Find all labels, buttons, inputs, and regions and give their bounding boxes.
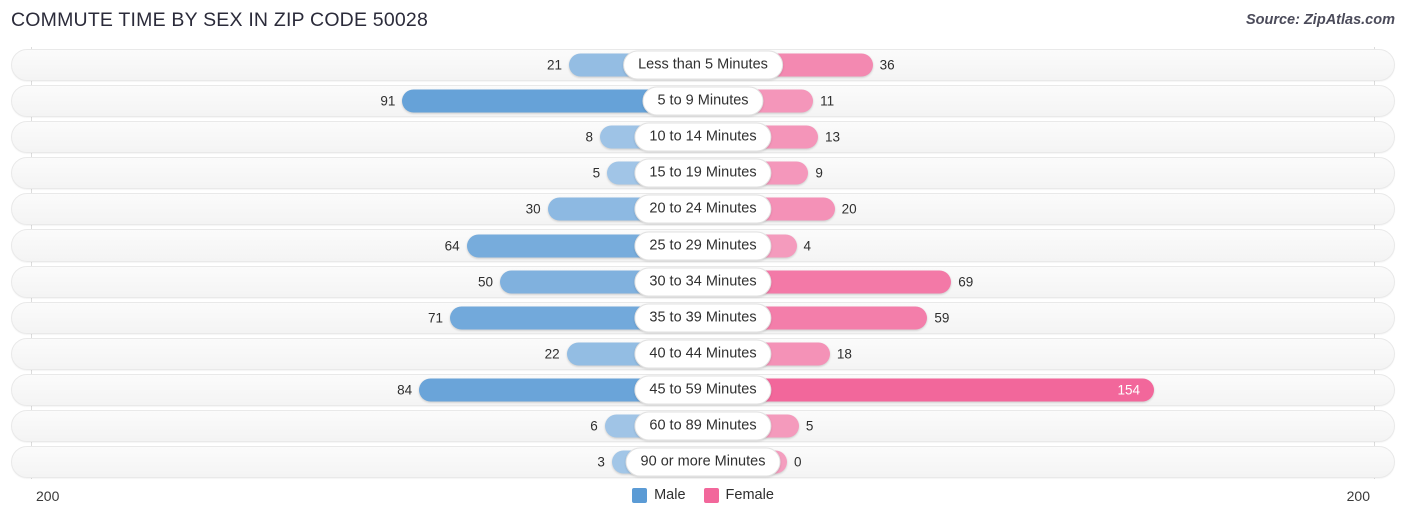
legend-item-female[interactable]: Female (703, 487, 774, 503)
value-label-female: 4 (803, 238, 812, 254)
value-label-female: 11 (820, 93, 835, 109)
value-label-male: 8 (585, 129, 593, 145)
chart-row: 8 13 10 to 14 Minutes (0, 119, 1406, 155)
value-label-female: 0 (794, 454, 802, 470)
chart-row: 5 9 15 to 19 Minutes (0, 155, 1406, 191)
category-label: 15 to 19 Minutes (634, 158, 772, 188)
category-label: 25 to 29 Minutes (634, 231, 772, 261)
page-title: COMMUTE TIME BY SEX IN ZIP CODE 50028 (11, 9, 429, 31)
chart-row: 84 154 45 to 59 Minutes (0, 372, 1406, 408)
value-label-female: 69 (958, 274, 974, 290)
value-label-male: 5 (592, 165, 601, 181)
chart-row: 6 5 60 to 89 Minutes (0, 408, 1406, 444)
category-label: 30 to 34 Minutes (634, 267, 772, 297)
value-label-male: 64 (444, 238, 460, 254)
value-label-male: 84 (397, 382, 413, 398)
chart-row: 64 4 25 to 29 Minutes (0, 227, 1406, 263)
category-label: Less than 5 Minutes (623, 50, 783, 80)
source-attribution: Source: ZipAtlas.com (1245, 12, 1395, 28)
chart-legend: Male Female (0, 487, 1406, 503)
category-label: 35 to 39 Minutes (634, 303, 772, 333)
chart-header: COMMUTE TIME BY SEX IN ZIP CODE 50028 So… (0, 0, 1406, 44)
value-label-male: 91 (380, 93, 396, 109)
value-label-male: 3 (597, 454, 605, 470)
value-label-female: 59 (934, 310, 950, 326)
category-label: 5 to 9 Minutes (642, 86, 764, 116)
value-label-female: 9 (815, 165, 823, 181)
value-label-male: 22 (544, 346, 560, 362)
category-label: 45 to 59 Minutes (634, 375, 772, 405)
value-label-male: 50 (477, 274, 493, 290)
chart-row: 50 69 30 to 34 Minutes (0, 264, 1406, 300)
value-label-male: 6 (590, 418, 598, 434)
value-label-female: 18 (836, 346, 852, 362)
legend-label: Male (654, 487, 686, 503)
chart-row: 22 18 40 to 44 Minutes (0, 336, 1406, 372)
chart-row: 71 59 35 to 39 Minutes (0, 300, 1406, 336)
legend-item-male[interactable]: Male (632, 487, 686, 503)
legend-label: Female (725, 487, 774, 503)
value-label-female: 154 (1117, 382, 1141, 398)
chart-footer: 200 200 Male Female (0, 479, 1406, 523)
chart-row: 3 0 90 or more Minutes (0, 444, 1406, 480)
value-label-male: 30 (525, 201, 541, 217)
category-label: 20 to 24 Minutes (634, 194, 772, 224)
category-label: 60 to 89 Minutes (634, 411, 772, 441)
legend-swatch-icon (632, 487, 648, 503)
chart-row: 91 11 5 to 9 Minutes (0, 83, 1406, 119)
value-label-female: 13 (824, 129, 840, 145)
chart-rows: 21 36 Less than 5 Minutes 91 11 5 to 9 Minute… (0, 47, 1406, 480)
legend-swatch-icon (703, 487, 719, 503)
chart-plot-area: 21 36 Less than 5 Minutes 91 11 5 to 9 Minute… (0, 47, 1406, 479)
value-label-male: 21 (547, 57, 563, 73)
value-label-female: 36 (879, 57, 895, 73)
chart-row: 30 20 20 to 24 Minutes (0, 191, 1406, 227)
value-label-female: 20 (841, 201, 857, 217)
value-label-female: 5 (805, 418, 814, 434)
category-label: 10 to 14 Minutes (634, 122, 772, 152)
category-label: 90 or more Minutes (625, 447, 781, 477)
category-label: 40 to 44 Minutes (634, 339, 772, 369)
value-label-male: 71 (428, 310, 444, 326)
chart-row: 21 36 Less than 5 Minutes (0, 47, 1406, 83)
